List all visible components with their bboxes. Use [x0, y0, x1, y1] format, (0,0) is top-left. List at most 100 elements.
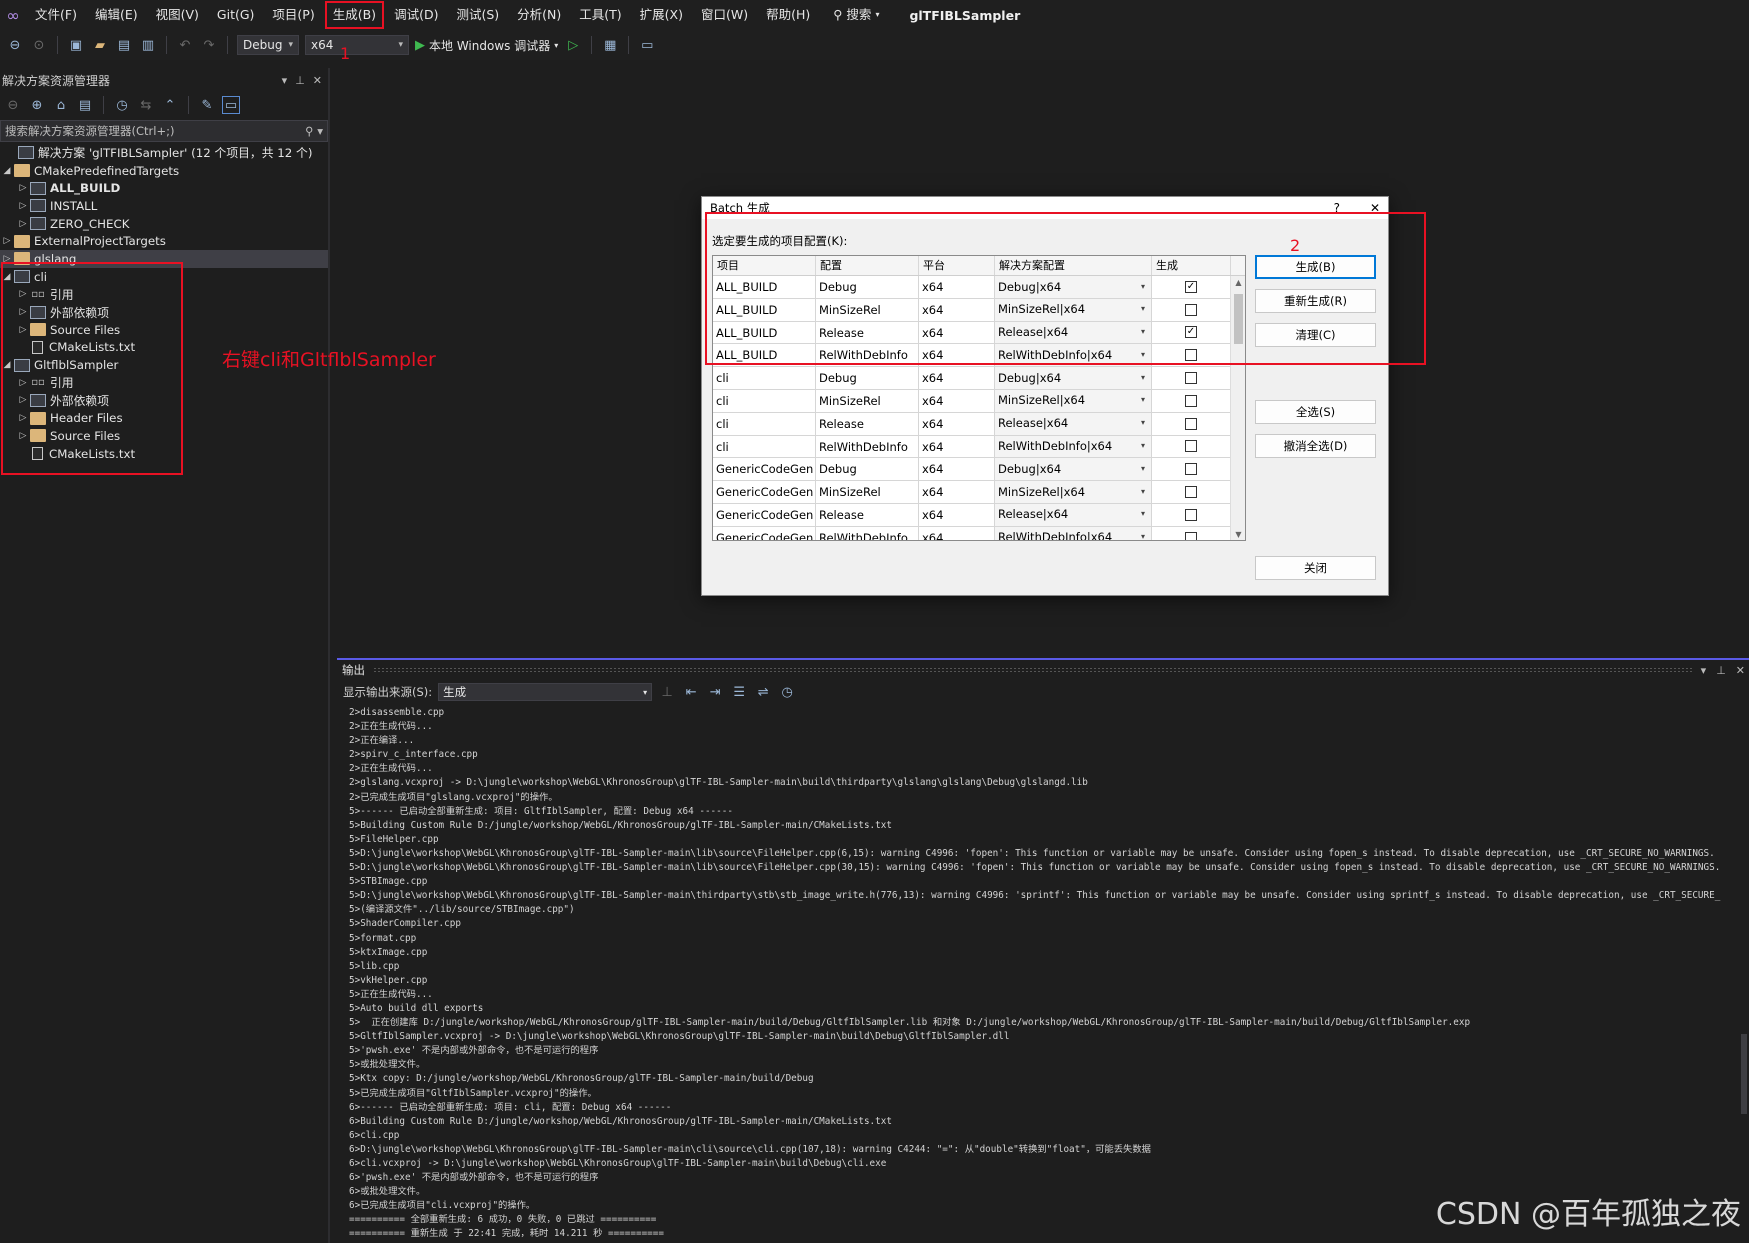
- build-checkbox[interactable]: [1185, 486, 1197, 499]
- tree-item-cmakepredefinedtargets[interactable]: ◢ CMakePredefinedTargets: [0, 162, 328, 180]
- grid-row[interactable]: cli Debug x64 Debug|x64 ▾: [713, 367, 1245, 390]
- build-checkbox[interactable]: [1185, 531, 1197, 540]
- grid-row[interactable]: GenericCodeGen Release x64 Release|x64 ▾: [713, 503, 1245, 527]
- menu-tools[interactable]: 工具(T): [570, 0, 630, 30]
- collapsed-arrow-icon[interactable]: ▷: [16, 183, 30, 193]
- find-message-icon[interactable]: ⊥: [658, 683, 676, 701]
- chevron-down-icon: ▾: [1140, 532, 1145, 541]
- grid-row[interactable]: cli RelWithDebInfo x64 RelWithDebInfo|x64 ▾: [713, 435, 1245, 459]
- solution-config-select[interactable]: MinSizeRel|x64 ▾: [995, 481, 1152, 503]
- menu-file[interactable]: 文件(F): [26, 0, 86, 30]
- solution-configuration-select[interactable]: Debug ▾: [237, 35, 299, 55]
- home-icon[interactable]: ⌂: [52, 96, 70, 114]
- visual-studio-logo-icon[interactable]: ∞: [0, 0, 26, 30]
- menu-test[interactable]: 测试(S): [447, 0, 508, 30]
- menu-debug[interactable]: 调试(D): [385, 0, 447, 30]
- solution-config-select[interactable]: Release|x64 ▾: [995, 503, 1152, 526]
- close-button[interactable]: 关闭: [1255, 556, 1376, 580]
- timestamp-icon[interactable]: ◷: [778, 683, 796, 701]
- menu-view[interactable]: 视图(V): [147, 0, 208, 30]
- collapsed-arrow-icon[interactable]: ▷: [16, 201, 30, 211]
- new-project-icon[interactable]: ▣: [67, 36, 85, 54]
- build-checkbox[interactable]: [1185, 372, 1197, 385]
- browser-link-icon[interactable]: ▦: [601, 36, 619, 54]
- start-debugging-button[interactable]: ▶ 本地 Windows 调试器 ▾: [415, 37, 558, 54]
- menu-git[interactable]: Git(G): [208, 0, 264, 30]
- menu-project[interactable]: 项目(P): [263, 0, 323, 30]
- tree-item-install[interactable]: ▷ INSTALL: [0, 197, 328, 215]
- solution-platform-select[interactable]: x64 ▾: [305, 35, 409, 55]
- collapse-all-icon[interactable]: ⌃: [161, 96, 179, 114]
- switch-views-icon[interactable]: ▤: [76, 96, 94, 114]
- layout-icon[interactable]: ▭: [638, 36, 656, 54]
- open-file-icon[interactable]: ▰: [91, 36, 109, 54]
- panel-grip[interactable]: [373, 667, 1693, 673]
- menu-edit[interactable]: 编辑(E): [86, 0, 147, 30]
- grid-row[interactable]: GenericCodeGen RelWithDebInfo x64 RelWithDe…: [713, 526, 1245, 541]
- solution-config-select[interactable]: RelWithDebInfo|x64 ▾: [995, 526, 1152, 541]
- tree-item-all-build[interactable]: ▷ ALL_BUILD: [0, 179, 328, 197]
- collapsed-arrow-icon[interactable]: ▷: [0, 236, 14, 246]
- clear-all-icon[interactable]: ☰: [730, 683, 748, 701]
- pin-icon[interactable]: ⊥: [1716, 664, 1726, 677]
- close-icon[interactable]: ✕: [1736, 664, 1745, 677]
- pending-changes-filter-icon[interactable]: ◷: [113, 96, 131, 114]
- build-checkbox[interactable]: [1185, 394, 1197, 407]
- output-source-label: 显示输出来源(S):: [343, 685, 433, 699]
- previous-message-icon[interactable]: ⇤: [682, 683, 700, 701]
- tree-item-solution[interactable]: 解决方案 'glTFIBLSampler' (12 个项目，共 12 个): [0, 144, 328, 162]
- redo-icon[interactable]: ↷: [200, 36, 218, 54]
- menu-extensions[interactable]: 扩展(X): [631, 0, 692, 30]
- back-icon[interactable]: ⊖: [4, 96, 22, 114]
- menu-analyze[interactable]: 分析(N): [508, 0, 570, 30]
- properties-icon[interactable]: ✎: [198, 96, 216, 114]
- forward-icon[interactable]: ⊕: [28, 96, 46, 114]
- pin-icon[interactable]: ⊥: [295, 74, 305, 87]
- tree-item-externalprojecttargets[interactable]: ▷ ExternalProjectTargets: [0, 232, 328, 250]
- expanded-arrow-icon[interactable]: ◢: [0, 166, 14, 176]
- navigate-forward-icon[interactable]: ⊙: [30, 36, 48, 54]
- solution-config-select[interactable]: Debug|x64 ▾: [995, 367, 1152, 389]
- next-message-icon[interactable]: ⇥: [706, 683, 724, 701]
- scroll-down-icon[interactable]: ▼: [1231, 530, 1245, 539]
- start-without-debugging-icon[interactable]: ▷: [564, 36, 582, 54]
- save-icon[interactable]: ▤: [115, 36, 133, 54]
- solution-search-input[interactable]: 搜索解决方案资源管理器(Ctrl+;) ⚲ ▾: [0, 120, 328, 142]
- sync-active-document-icon[interactable]: ⇆: [137, 96, 155, 114]
- toggle-word-wrap-icon[interactable]: ⇌: [754, 683, 772, 701]
- menu-build[interactable]: 生成(B): [324, 0, 385, 30]
- build-checkbox[interactable]: [1185, 440, 1197, 453]
- close-icon[interactable]: ✕: [313, 74, 322, 87]
- navigate-back-icon[interactable]: ⊖: [6, 36, 24, 54]
- build-checkbox[interactable]: [1185, 508, 1197, 521]
- collapsed-arrow-icon[interactable]: ▷: [16, 219, 30, 229]
- output-line: 5>format.cpp: [349, 932, 417, 944]
- panel-menu-icon[interactable]: ▾: [282, 74, 288, 87]
- search-menu[interactable]: ⚲ 搜索 ▾: [819, 0, 891, 30]
- solution-config-select[interactable]: RelWithDebInfo|x64 ▾: [995, 435, 1152, 458]
- deselect-all-button[interactable]: 撤消全选(D): [1255, 434, 1376, 458]
- grid-row[interactable]: GenericCodeGen Debug x64 Debug|x64 ▾: [713, 458, 1245, 482]
- grid-row[interactable]: GenericCodeGen MinSizeRel x64 MinSizeRel|x6…: [713, 481, 1245, 504]
- save-all-icon[interactable]: ▥: [139, 36, 157, 54]
- build-checkbox[interactable]: [1185, 417, 1197, 430]
- scroll-thumb[interactable]: [1741, 1034, 1747, 1114]
- menu-help[interactable]: 帮助(H): [757, 0, 819, 30]
- preview-selected-icon[interactable]: ▭: [222, 96, 240, 114]
- output-source-select[interactable]: 生成 ▾: [438, 683, 653, 701]
- output-scrollbar[interactable]: [1739, 704, 1749, 1243]
- select-all-button[interactable]: 全选(S): [1255, 400, 1376, 424]
- solution-config-select[interactable]: MinSizeRel|x64 ▾: [995, 389, 1152, 412]
- build-cell: [1152, 503, 1231, 526]
- output-line: 5>已完成生成项目"GltfIblSampler.vcxproj"的操作。: [349, 1087, 597, 1099]
- menu-window[interactable]: 窗口(W): [692, 0, 757, 30]
- undo-icon[interactable]: ↶: [176, 36, 194, 54]
- grid-row[interactable]: cli Release x64 Release|x64 ▾: [713, 412, 1245, 436]
- grid-row[interactable]: cli MinSizeRel x64 MinSizeRel|x64 ▾: [713, 389, 1245, 413]
- solution-config-select[interactable]: Debug|x64 ▾: [995, 458, 1152, 481]
- solution-config-select[interactable]: Release|x64 ▾: [995, 412, 1152, 435]
- tree-item-zero-check[interactable]: ▷ ZERO_CHECK: [0, 215, 328, 233]
- panel-menu-icon[interactable]: ▾: [1701, 664, 1707, 677]
- output-text[interactable]: 2>disassemble.cpp 2>正在生成代码... 2>正在编译... 2>s…: [349, 706, 1737, 1242]
- build-checkbox[interactable]: [1185, 463, 1197, 476]
